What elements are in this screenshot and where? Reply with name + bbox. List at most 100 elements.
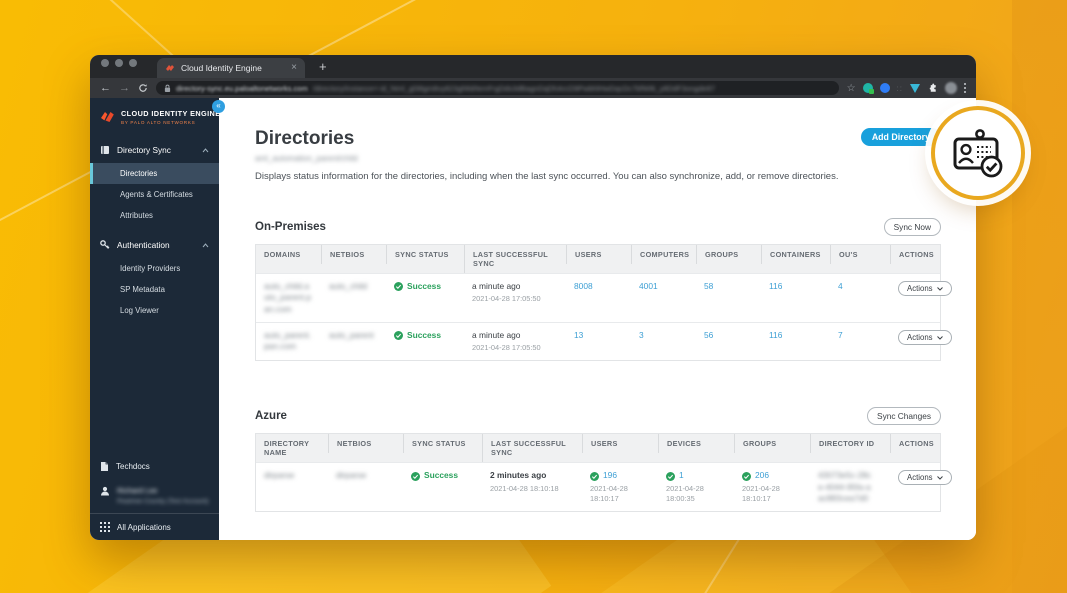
extension-shield-icon[interactable] [910,83,920,93]
column-header: ACTIONS [890,434,942,454]
id-card-check-badge [931,106,1025,200]
ous-count-link[interactable]: 7 [838,330,843,340]
sync-now-button[interactable]: Sync Now [883,218,941,236]
check-circle-icon [411,471,420,481]
users-count-link[interactable]: 8008 [574,281,593,291]
column-header: GROUPS [734,434,810,454]
column-header: GROUPS [696,245,761,264]
chevron-up-icon [202,147,209,152]
user-profile[interactable]: Richard Lee Peartree County (Test Accoun… [90,480,219,513]
extension-dim-icon[interactable]: :: [897,84,903,93]
all-applications-label: All Applications [117,522,171,532]
devices-count-link[interactable]: 1 [679,470,684,481]
favicon-palo-alto [166,65,174,71]
actions-button[interactable]: Actions [898,330,952,346]
users-cell: 196 2021-04-28 18:10:17 [590,470,628,503]
extension-icon[interactable] [862,83,874,94]
column-header: ACTIONS [890,245,942,264]
column-header: COMPUTERS [631,245,696,264]
users-count-link[interactable]: 13 [574,330,583,340]
actions-button[interactable]: Actions [898,281,952,296]
tab-close-icon[interactable]: × [291,63,297,73]
column-header: OU'S [830,245,890,264]
sidebar: CLOUD IDENTITY ENGINE BY PALO ALTO NETWO… [90,98,220,540]
extension-icon[interactable] [879,83,890,93]
sync-changes-button[interactable]: Sync Changes [867,407,941,426]
reload-icon[interactable] [138,83,148,93]
nav-label: Authentication [117,240,170,250]
book-icon [101,146,109,154]
check-circle-icon [666,471,675,481]
directory-name-cell: dirparse [264,470,295,481]
sidebar-item-all-applications[interactable]: All Applications [90,514,219,540]
main-content: Directories Add Directory aml_automation… [219,98,976,540]
last-sync-cell: a minute ago 2021-04-28 17:05:50 [472,281,541,304]
column-header: CONTAINERS [761,245,830,264]
containers-count-link[interactable]: 116 [769,330,782,340]
document-icon [101,462,108,471]
containers-count-link[interactable]: 116 [769,281,782,291]
users-count-link[interactable]: 196 [603,470,617,481]
sidebar-item-techdocs[interactable]: Techdocs [90,453,219,480]
directory-id-cell: 43073e5c-28ce-4044-95fa-aac883cea7d0 [818,470,872,504]
browser-tab[interactable]: Cloud Identity Engine × [157,58,305,78]
browser-window: Cloud Identity Engine × + ← → directory-… [90,55,976,540]
netbios-cell: auto_parent [329,330,374,341]
app-logo: CLOUD IDENTITY ENGINE BY PALO ALTO NETWO… [90,98,220,137]
user-icon [101,486,109,496]
sidebar-item-authentication[interactable]: Authentication [90,232,219,258]
azure-table: DIRECTORY NAME NETBIOS SYNC STATUS LAST … [255,433,952,513]
computers-count-link[interactable]: 3 [639,330,644,340]
browser-menu-icon[interactable] [964,83,966,93]
column-header: SYNC STATUS [403,434,482,454]
profile-avatar[interactable] [945,82,957,94]
table-row: auto_child.auto_parent.pan.com auto_chil… [256,273,952,323]
sidebar-collapse-button[interactable]: « [212,100,225,113]
id-card-check-icon [953,129,1003,178]
column-header: NETBIOS [321,245,386,264]
netbios-cell: dirparse [336,470,367,481]
groups-count-link[interactable]: 58 [704,281,713,291]
sidebar-item-directories[interactable]: Directories [90,163,219,184]
window-close-button[interactable] [101,59,109,67]
table-row: dirparse dirparse Success 2 minutes ago … [256,462,952,512]
groups-count-link[interactable]: 56 [704,330,713,340]
check-circle-icon [590,471,599,481]
sidebar-item-log-viewer[interactable]: Log Viewer [90,300,219,321]
groups-count-link[interactable]: 206 [755,470,769,481]
user-account: Peartree County (Test Account) [117,498,209,505]
column-header: DOMAINS [264,250,301,259]
sidebar-item-identity-providers[interactable]: Identity Providers [90,258,219,279]
browser-toolbar: ← → directory-sync.eu.paloaltonetworks.c… [90,78,976,98]
page-title: Directories [255,128,355,149]
domain-cell: auto_parent.pan.com [264,330,312,352]
column-header: SYNC STATUS [386,245,464,264]
computers-count-link[interactable]: 4001 [639,281,658,291]
url-bar[interactable]: directory-sync.eu.paloaltonetworks.com /… [156,81,839,95]
sidebar-item-directory-sync[interactable]: Directory Sync [90,137,219,163]
back-icon[interactable]: ← [100,82,111,94]
window-minimize-button[interactable] [115,59,123,67]
bookmark-star-icon[interactable]: ☆ [847,83,856,94]
tab-title: Cloud Identity Engine [181,63,262,73]
chevron-down-icon [936,335,943,340]
window-controls[interactable] [101,55,137,78]
forward-icon[interactable]: → [119,82,130,94]
user-name: Richard Lee [117,486,158,495]
chevron-down-icon [936,476,943,480]
lock-icon [164,84,171,92]
column-header: DEVICES [658,434,734,454]
column-header: USERS [582,434,658,454]
sidebar-item-agents-certificates[interactable]: Agents & Certificates [90,184,219,205]
sidebar-item-sp-metadata[interactable]: SP Metadata [90,279,219,300]
actions-button[interactable]: Actions [898,470,952,486]
add-directory-button[interactable]: Add Directory [860,128,941,146]
sidebar-item-attributes[interactable]: Attributes [90,205,219,226]
grid-icon [100,522,110,532]
window-zoom-button[interactable] [129,59,137,67]
netbios-cell: auto_child [329,281,368,291]
new-tab-button[interactable]: + [319,59,327,78]
ous-count-link[interactable]: 4 [838,281,843,291]
onprem-table-header: DOMAINS NETBIOS SYNC STATUS LAST SUCCESS… [256,245,940,273]
extensions-puzzle-icon[interactable] [927,83,938,94]
